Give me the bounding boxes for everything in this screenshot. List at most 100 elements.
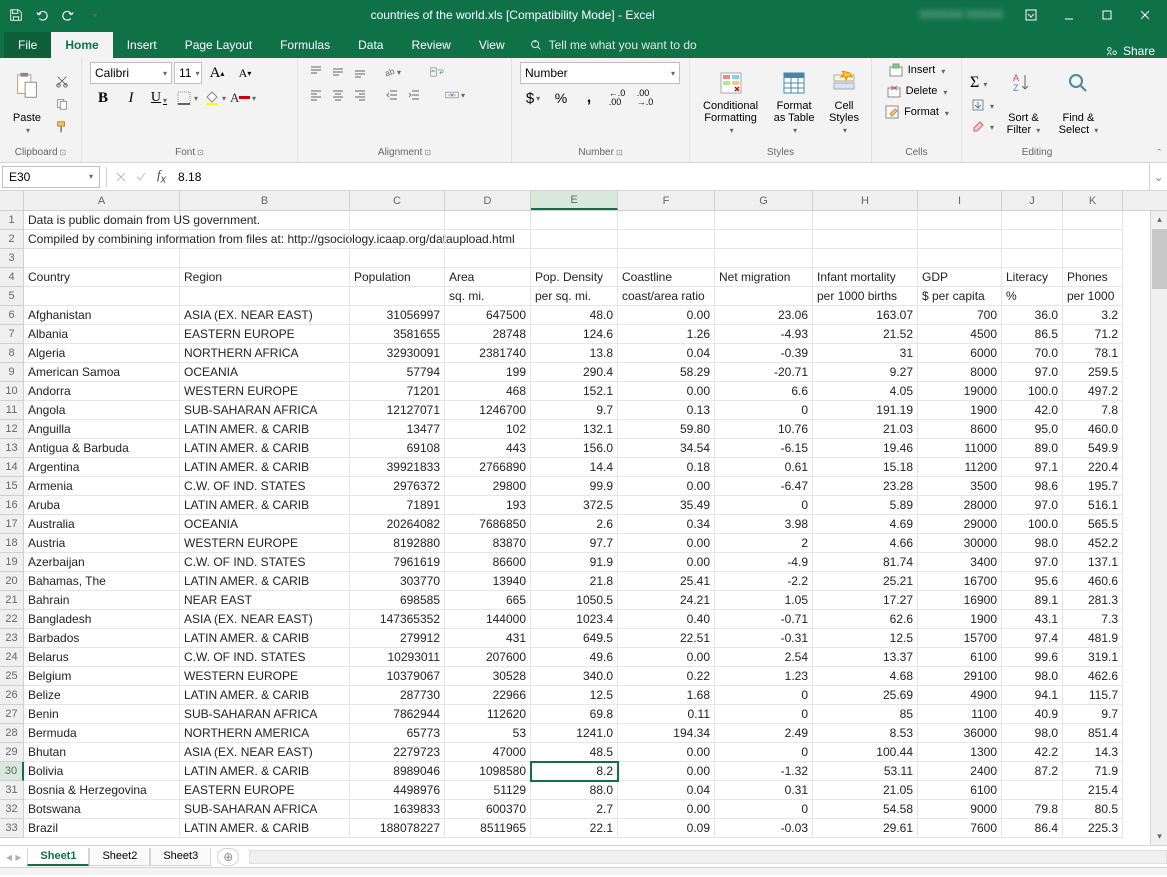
cell[interactable]: 0.22 — [618, 667, 715, 686]
cell[interactable]: -0.71 — [715, 610, 813, 629]
cell[interactable]: 549.9 — [1063, 439, 1123, 458]
cell[interactable] — [1002, 249, 1063, 268]
row-header[interactable]: 16 — [0, 496, 24, 515]
percent-button[interactable]: % — [548, 87, 574, 109]
row-header[interactable]: 24 — [0, 648, 24, 667]
cell[interactable]: 460.0 — [1063, 420, 1123, 439]
cell[interactable]: 2.6 — [531, 515, 618, 534]
cell[interactable]: 452.2 — [1063, 534, 1123, 553]
cell[interactable]: 21.03 — [813, 420, 918, 439]
increase-indent-button[interactable] — [404, 85, 424, 105]
cell[interactable]: 2 — [715, 534, 813, 553]
cell[interactable]: Andorra — [24, 382, 180, 401]
row-header[interactable]: 30 — [0, 762, 24, 781]
cell[interactable]: Austria — [24, 534, 180, 553]
cell[interactable]: 443 — [445, 439, 531, 458]
cell[interactable]: 0.09 — [618, 819, 715, 838]
cell[interactable]: 86.5 — [1002, 325, 1063, 344]
cell[interactable]: 6100 — [918, 781, 1002, 800]
cell[interactable] — [1002, 211, 1063, 230]
column-header-I[interactable]: I — [918, 191, 1002, 210]
decrease-indent-button[interactable] — [382, 85, 402, 105]
cell[interactable]: OCEANIA — [180, 363, 350, 382]
cell[interactable]: 156.0 — [531, 439, 618, 458]
cell[interactable]: 199 — [445, 363, 531, 382]
row-header[interactable]: 20 — [0, 572, 24, 591]
cell[interactable]: 112620 — [445, 705, 531, 724]
cell[interactable]: 102 — [445, 420, 531, 439]
cell[interactable]: 665 — [445, 591, 531, 610]
cell[interactable]: 7686850 — [445, 515, 531, 534]
cell[interactable]: 83870 — [445, 534, 531, 553]
cell[interactable]: 468 — [445, 382, 531, 401]
comma-style-button[interactable]: , — [576, 87, 602, 109]
bold-button[interactable]: B — [90, 87, 116, 109]
cell[interactable]: 481.9 — [1063, 629, 1123, 648]
column-header-E[interactable]: E — [531, 191, 618, 210]
cell[interactable]: 25.69 — [813, 686, 918, 705]
cell[interactable]: Afghanistan — [24, 306, 180, 325]
cell[interactable] — [180, 230, 350, 249]
decrease-decimal-button[interactable]: .00→.0 — [632, 87, 658, 109]
cell[interactable]: 19.46 — [813, 439, 918, 458]
cut-button[interactable] — [52, 71, 72, 91]
row-header[interactable]: 32 — [0, 800, 24, 819]
cell[interactable]: 0.34 — [618, 515, 715, 534]
cell[interactable]: 460.6 — [1063, 572, 1123, 591]
cell[interactable]: 0.61 — [715, 458, 813, 477]
cell[interactable]: 24.21 — [618, 591, 715, 610]
cell[interactable]: 2.49 — [715, 724, 813, 743]
cell[interactable]: NORTHERN AMERICA — [180, 724, 350, 743]
cell[interactable] — [715, 249, 813, 268]
cell[interactable]: 1023.4 — [531, 610, 618, 629]
cell[interactable]: 89.1 — [1002, 591, 1063, 610]
cell[interactable]: NORTHERN AFRICA — [180, 344, 350, 363]
cell[interactable]: -20.71 — [715, 363, 813, 382]
cell[interactable]: 10293011 — [350, 648, 445, 667]
cell[interactable]: 4.69 — [813, 515, 918, 534]
cell[interactable]: Albania — [24, 325, 180, 344]
cell[interactable]: 0.00 — [618, 553, 715, 572]
cell[interactable]: 3400 — [918, 553, 1002, 572]
tab-home[interactable]: Home — [51, 32, 112, 58]
cell[interactable]: WESTERN EUROPE — [180, 667, 350, 686]
align-top-button[interactable] — [306, 62, 326, 82]
cell[interactable]: 147365352 — [350, 610, 445, 629]
cell[interactable]: 97.4 — [1002, 629, 1063, 648]
cell[interactable]: Bermuda — [24, 724, 180, 743]
cell[interactable] — [1063, 230, 1123, 249]
cell[interactable]: 462.6 — [1063, 667, 1123, 686]
align-bottom-button[interactable] — [350, 62, 370, 82]
cell[interactable]: Anguilla — [24, 420, 180, 439]
cell[interactable]: 97.1 — [1002, 458, 1063, 477]
cell[interactable]: 40.9 — [1002, 705, 1063, 724]
cell[interactable]: SUB-SAHARAN AFRICA — [180, 705, 350, 724]
cell[interactable]: 115.7 — [1063, 686, 1123, 705]
cell[interactable]: 17.27 — [813, 591, 918, 610]
cell[interactable]: 188078227 — [350, 819, 445, 838]
cell[interactable]: 32930091 — [350, 344, 445, 363]
column-header-G[interactable]: G — [715, 191, 813, 210]
cell[interactable] — [531, 230, 618, 249]
column-header-C[interactable]: C — [350, 191, 445, 210]
font-name-combo[interactable]: Calibri▾ — [90, 62, 172, 84]
cell[interactable]: -6.47 — [715, 477, 813, 496]
cell[interactable] — [918, 249, 1002, 268]
cell[interactable]: Brazil — [24, 819, 180, 838]
cell[interactable]: 137.1 — [1063, 553, 1123, 572]
qat-customize[interactable] — [82, 3, 106, 27]
cell[interactable]: Armenia — [24, 477, 180, 496]
row-header[interactable]: 31 — [0, 781, 24, 800]
cell[interactable]: 99.6 — [1002, 648, 1063, 667]
cell[interactable]: 220.4 — [1063, 458, 1123, 477]
cell[interactable]: 497.2 — [1063, 382, 1123, 401]
cell[interactable]: 7.8 — [1063, 401, 1123, 420]
cell[interactable]: 14.4 — [531, 458, 618, 477]
cell[interactable]: 9.7 — [531, 401, 618, 420]
cell[interactable]: 2976372 — [350, 477, 445, 496]
cell[interactable]: Area — [445, 268, 531, 287]
cell[interactable]: Infant mortality — [813, 268, 918, 287]
cell[interactable]: 22.51 — [618, 629, 715, 648]
cell[interactable] — [813, 211, 918, 230]
clear-button[interactable] — [970, 118, 994, 134]
